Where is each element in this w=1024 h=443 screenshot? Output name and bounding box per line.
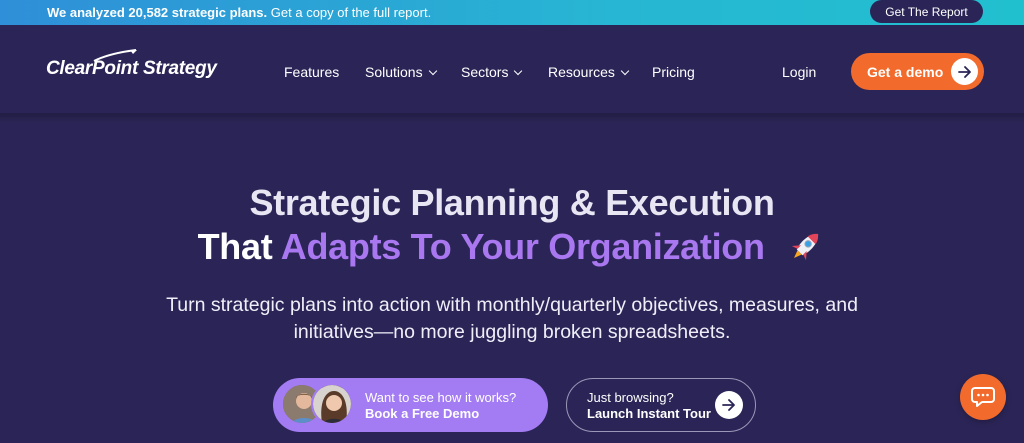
hero-heading-line1: Strategic Planning & Execution [249, 182, 775, 223]
nav-item-resources[interactable]: Resources [548, 64, 630, 80]
top-banner: We analyzed 20,582 strategic plans. Get … [0, 0, 1024, 25]
get-demo-label: Get a demo [867, 63, 944, 80]
nav-item-pricing[interactable]: Pricing [652, 64, 695, 80]
book-demo-label: Book a Free Demo [365, 406, 480, 421]
nav-item-features[interactable]: Features [284, 64, 339, 80]
nav-item-label: Sectors [461, 64, 509, 80]
nav-shadow [0, 113, 1024, 123]
chat-icon [971, 387, 995, 407]
banner-bold-text: We analyzed 20,582 strategic plans. [47, 5, 268, 20]
nav-item-label: Pricing [652, 64, 695, 80]
banner-link-text[interactable]: Get a copy of the full report. [271, 5, 431, 20]
chevron-down-icon [514, 66, 523, 75]
get-demo-button[interactable]: Get a demo [851, 53, 984, 90]
nav-item-solutions[interactable]: Solutions [365, 64, 437, 80]
login-link[interactable]: Login [782, 64, 816, 80]
arrow-right-icon [715, 391, 743, 419]
book-demo-button[interactable]: Want to see how it works? Book a Free De… [273, 378, 548, 432]
nav-item-label: Solutions [365, 64, 423, 80]
chevron-down-icon [620, 66, 630, 75]
nav-item-sectors[interactable]: Sectors [461, 64, 523, 80]
rocket-icon [792, 234, 819, 261]
chat-widget-button[interactable] [960, 374, 1006, 420]
instant-tour-button[interactable]: Just browsing? Launch Instant Tour [566, 378, 756, 432]
avatar [311, 383, 353, 425]
book-demo-question: Want to see how it works? [365, 390, 517, 405]
hero-heading-white: That [197, 226, 273, 267]
banner-text: We analyzed 20,582 strategic plans. Get … [47, 5, 431, 20]
nav-item-label: Features [284, 64, 340, 80]
chevron-down-icon [428, 66, 437, 75]
arrow-right-icon [951, 58, 978, 85]
instant-tour-label: Launch Instant Tour [587, 406, 711, 421]
hero-heading-purple: Adapts To Your Organization [280, 226, 765, 267]
logo[interactable]: ClearPoint Strategy [46, 58, 217, 80]
nav-item-label: Resources [548, 64, 615, 80]
get-report-button[interactable]: Get The Report [870, 0, 983, 23]
hero-subtitle-line2: initiatives—no more juggling broken spre… [293, 321, 731, 343]
hero-heading-line2: That Adapts To Your Organization [0, 226, 1024, 268]
instant-tour-question: Just browsing? [587, 390, 674, 405]
